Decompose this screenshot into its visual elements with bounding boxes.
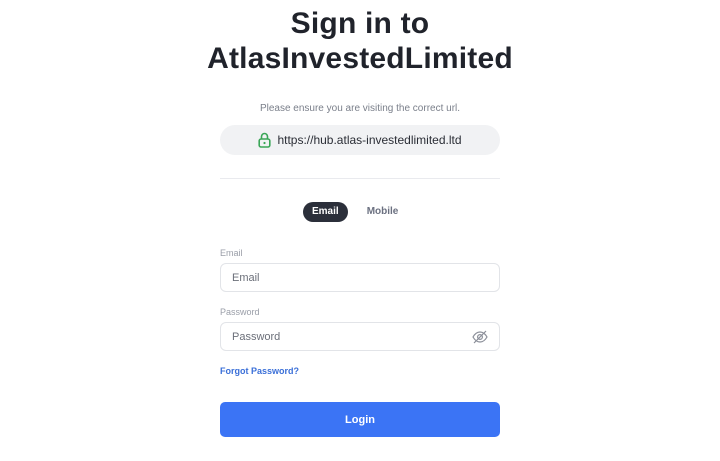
url-warning-note: Please ensure you are visiting the corre…: [259, 103, 461, 114]
url-text: https://hub.atlas-investedlimited.ltd: [277, 133, 462, 147]
divider: [220, 178, 500, 179]
password-input[interactable]: [232, 330, 472, 343]
lock-icon: [258, 132, 272, 148]
page-title-line1: Sign in to: [290, 7, 430, 40]
email-label: Email: [220, 248, 243, 258]
url-display: https://hub.atlas-investedlimited.ltd: [220, 125, 500, 155]
password-label: Password: [220, 307, 260, 317]
email-field-wrapper: [220, 263, 500, 292]
forgot-password-link[interactable]: Forgot Password?: [220, 366, 299, 376]
email-input[interactable]: [232, 271, 488, 284]
page-title-line2: AtlasInvestedLimited: [207, 42, 513, 75]
password-field-wrapper: [220, 322, 500, 351]
tab-email[interactable]: Email: [303, 202, 348, 222]
login-button[interactable]: Login: [220, 402, 500, 437]
tab-mobile[interactable]: Mobile: [358, 202, 408, 222]
eye-off-icon[interactable]: [472, 330, 488, 344]
login-method-tabs: Email Mobile: [303, 202, 407, 222]
sign-in-page: Sign in to AtlasInvestedLimited Please e…: [0, 0, 720, 461]
